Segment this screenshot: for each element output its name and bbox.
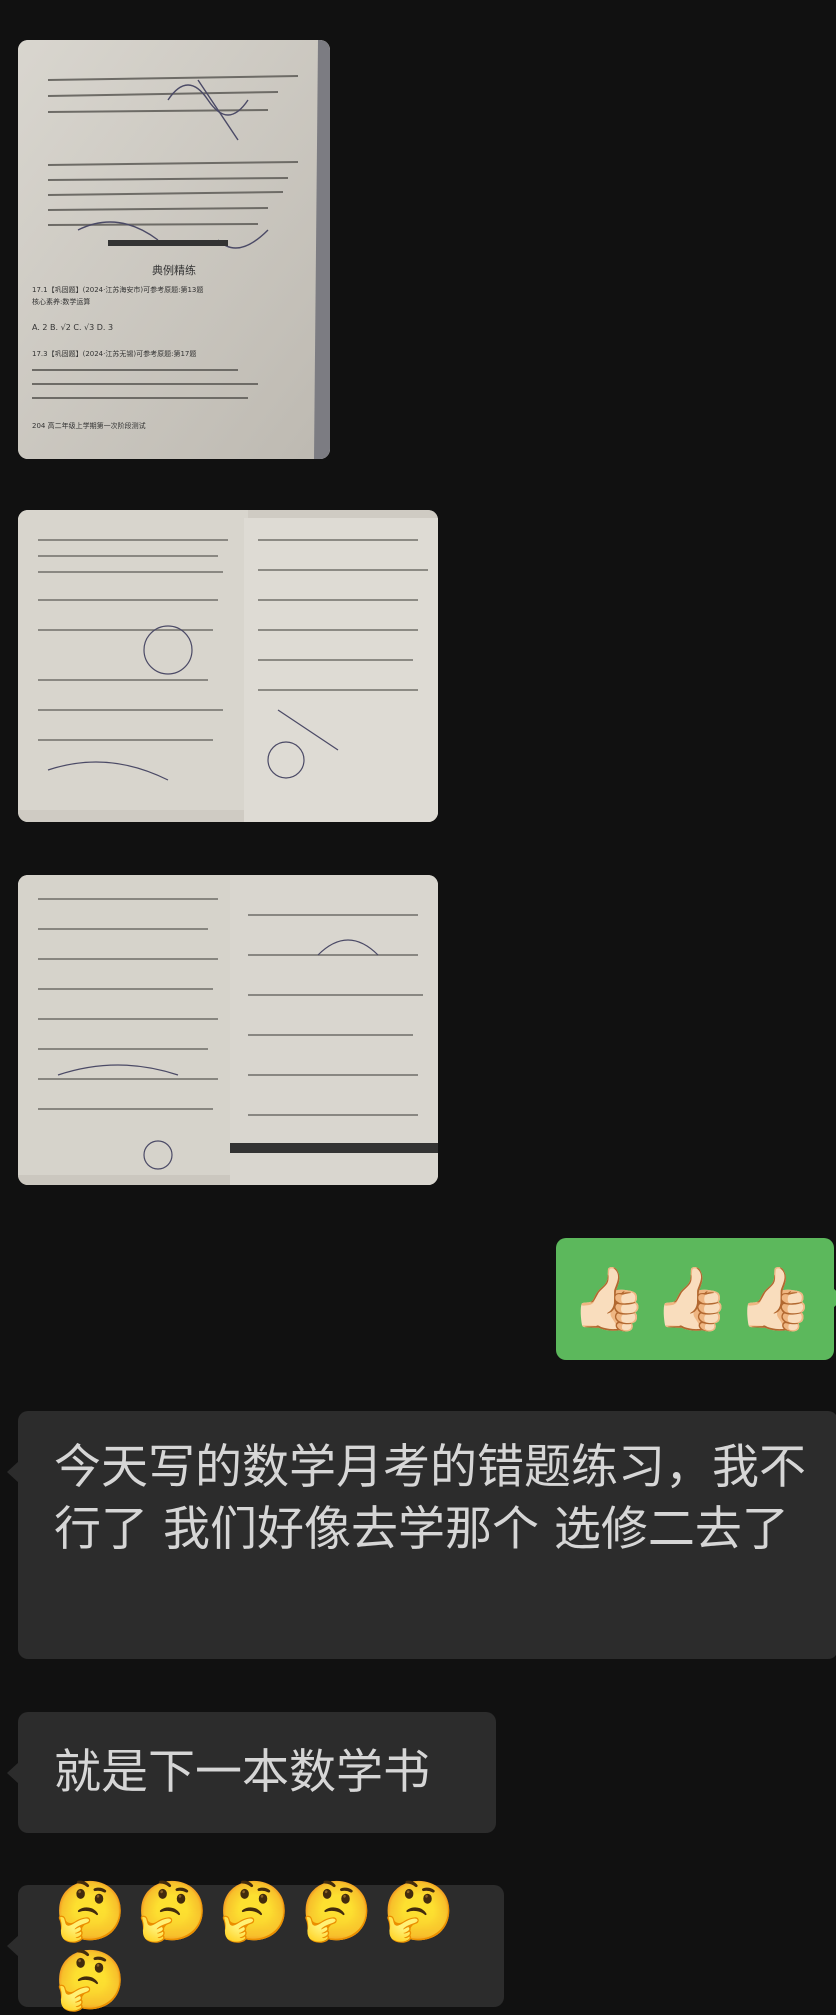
incoming-message-bubble[interactable]: 🤔🤔🤔🤔🤔🤔 [7, 1877, 504, 2014]
incoming-message-bubble[interactable]: 就是下一本数学书 [7, 1712, 496, 1833]
image-message-1[interactable]: 典例精练 17.1【巩固题】(2024·江苏海安市)可参考原题:第13题 核心素… [18, 40, 330, 459]
incoming-message-bubble[interactable]: 今天写的数学月考的错题练习，我不行了 我们好像去学那个 选修二去了 [7, 1411, 836, 1659]
exam-paper-photo: 典例精练 17.1【巩固题】(2024·江苏海安市)可参考原题:第13题 核心素… [18, 40, 330, 459]
paper-heading: 典例精练 [152, 263, 196, 277]
image-message-2[interactable] [18, 510, 438, 822]
paper-footer: 204 高二年级上学期第一次阶段测试 [32, 421, 146, 430]
outgoing-message-bubble[interactable]: 👍🏻👍🏻👍🏻 [556, 1238, 836, 1360]
paper-line: 17.1【巩固题】(2024·江苏海安市)可参考原题:第13题 [32, 285, 203, 294]
paper-line: 17.3【巩固题】(2024·江苏无锡)可参考原题:第17题 [32, 349, 196, 358]
exam-paper-photo [18, 875, 438, 1185]
message-text: 今天写的数学月考的错题练习，我不行了 我们好像去学那个 选修二去了 [54, 1440, 806, 1557]
paper-line: 核心素养:数学运算 [32, 297, 90, 306]
exam-paper-photo [18, 510, 438, 822]
thumbs-up-emoji: 👍🏻👍🏻👍🏻 [570, 1262, 820, 1335]
image-message-3[interactable] [18, 875, 438, 1185]
paper-choices: A. 2 B. √2 C. √3 D. 3 [32, 323, 113, 332]
message-text: 就是下一本数学书 [54, 1744, 430, 1800]
thinking-emoji: 🤔🤔🤔🤔🤔🤔 [54, 1877, 466, 2014]
